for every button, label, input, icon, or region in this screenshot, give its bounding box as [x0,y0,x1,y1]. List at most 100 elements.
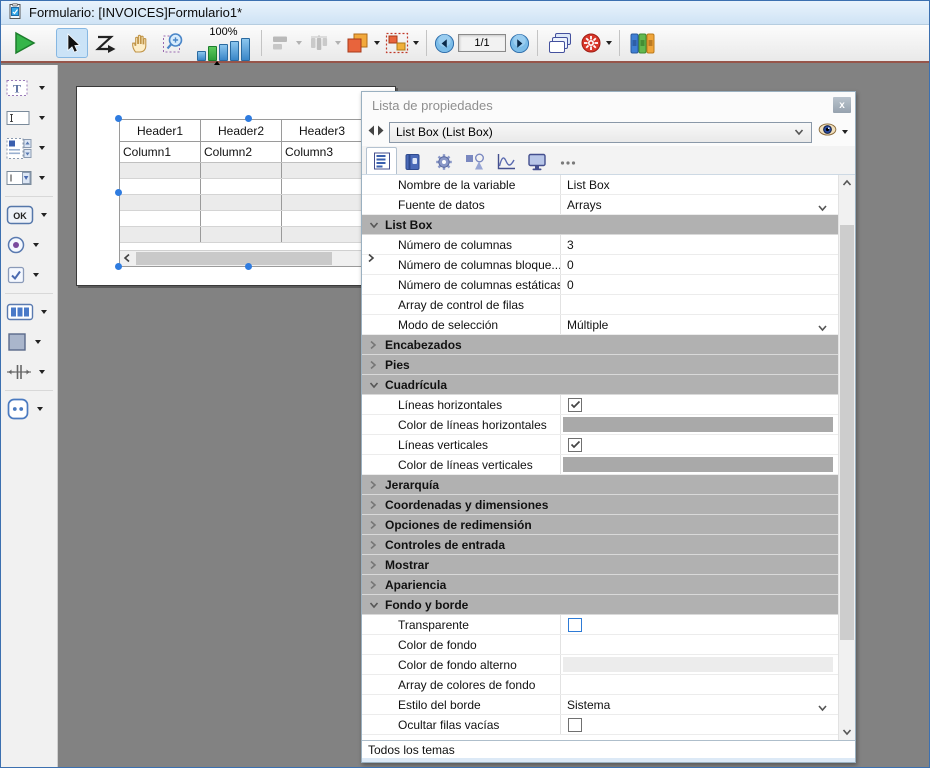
svg-text:T: T [13,82,21,96]
scroll-up-icon[interactable] [839,175,855,191]
radio-button-tool[interactable] [1,230,57,260]
property-value[interactable]: Sistema [560,695,838,714]
listbox-header-cell: Header3 [282,120,363,141]
property-value[interactable]: Múltiple [560,315,838,334]
chevron-right-icon [369,560,379,570]
selection-handle[interactable] [115,115,122,122]
object-selector-dropdown[interactable]: List Box (List Box) [389,122,812,143]
level-menu-button[interactable] [344,28,381,58]
property-value[interactable] [560,295,838,314]
zoom-bar[interactable] [208,46,217,61]
property-value[interactable]: List Box [560,175,838,194]
section-header[interactable]: Apariencia [362,575,838,595]
chevron-down-icon [369,601,379,609]
section-header[interactable]: Coordenadas y dimensiones [362,495,838,515]
tab-display[interactable] [521,149,552,174]
page-indicator[interactable]: 1/1 [458,34,506,52]
list-box-tool[interactable] [1,297,57,327]
property-list-scrollbar[interactable] [838,175,855,740]
section-header[interactable]: Encabezados [362,335,838,355]
listbox-object[interactable]: Header1Header2Header3Column1Column2Colum… [119,119,379,267]
tab-more[interactable] [552,149,583,174]
form-canvas[interactable]: Header1Header2Header3Column1Column2Colum… [76,86,396,286]
property-value[interactable]: 0 [560,255,838,274]
splitter-tool[interactable] [1,357,57,387]
input-tool[interactable] [1,103,57,133]
property-value[interactable] [560,415,838,434]
zoom-bars[interactable] [197,38,250,61]
listbox-cell [201,211,282,226]
selection-handle[interactable] [245,263,252,270]
close-icon[interactable]: x [833,97,851,113]
scrollbar-thumb[interactable] [840,225,854,640]
button-tool[interactable]: OK [1,200,57,230]
scroll-down-icon[interactable] [839,724,855,740]
scroll-right-icon[interactable] [367,252,375,266]
property-value[interactable] [560,655,838,674]
tab-help[interactable] [397,149,428,174]
zoom-bar[interactable] [241,38,250,61]
tab-objects[interactable] [459,149,490,174]
property-value[interactable]: 3 [560,235,838,254]
combo-box-tool[interactable] [1,163,57,193]
section-header[interactable]: Jerarquía [362,475,838,495]
run-form-button[interactable] [8,28,40,58]
previous-page-button[interactable] [434,33,455,54]
library-button[interactable] [626,28,658,58]
select-tool-button[interactable] [56,28,88,58]
color-swatch[interactable] [563,657,833,672]
section-header[interactable]: Controles de entrada [362,535,838,555]
property-value[interactable] [560,675,838,694]
actions-menu-button[interactable] [578,28,613,58]
next-page-button[interactable] [509,33,530,54]
selection-handle[interactable] [115,263,122,270]
pages-button[interactable] [544,28,576,58]
entry-order-button[interactable] [90,28,122,58]
property-value[interactable] [560,455,838,474]
property-value[interactable]: Arrays [560,195,838,214]
checkbox-tool[interactable] [1,260,57,290]
tab-properties[interactable] [366,147,397,174]
checkbox[interactable] [568,618,582,632]
plugin-area-tool[interactable] [1,394,57,424]
zoom-bar[interactable] [219,44,228,61]
listbox-cell: Column3 [282,142,363,162]
zoom-bar[interactable] [230,41,239,61]
checkbox[interactable] [568,398,582,412]
hierarchical-list-tool[interactable] [1,133,57,163]
property-value[interactable] [560,615,838,634]
color-swatch[interactable] [563,457,833,472]
checkbox[interactable] [568,438,582,452]
zoom-bar[interactable] [197,51,206,61]
selection-handle[interactable] [245,115,252,122]
property-value[interactable] [560,435,838,454]
section-header[interactable]: Opciones de redimensión [362,515,838,535]
property-value[interactable]: 0 [560,275,838,294]
text-tool[interactable]: T [1,73,57,103]
color-swatch[interactable] [563,417,833,432]
view-options-button[interactable] [816,123,850,141]
rectangle-tool[interactable] [1,327,57,357]
section-header[interactable]: List Box [362,215,838,235]
checkbox[interactable] [568,718,582,732]
property-value[interactable] [560,715,838,734]
property-label: Nombre de la variable [362,175,560,194]
tab-events[interactable] [490,149,521,174]
dropdown-arrow-icon [39,146,45,150]
listbox-widget[interactable]: Header1Header2Header3Column1Column2Colum… [119,119,379,267]
group-menu-button[interactable] [383,28,420,58]
section-header[interactable]: Fondo y borde [362,595,838,615]
section-header[interactable]: Mostrar [362,555,838,575]
scroll-left-icon[interactable] [123,252,131,266]
zoom-control[interactable]: 100% [197,26,250,61]
tab-settings[interactable] [428,149,459,174]
prev-next-object-icons[interactable] [367,123,385,141]
scrollbar-thumb[interactable] [136,252,332,265]
property-value[interactable] [560,635,838,654]
selection-handle[interactable] [115,189,122,196]
section-header[interactable]: Pies [362,355,838,375]
property-value[interactable] [560,395,838,414]
pan-tool-button[interactable] [124,28,156,58]
zoom-tool-button[interactable] [158,28,190,58]
section-header[interactable]: Cuadrícula [362,375,838,395]
